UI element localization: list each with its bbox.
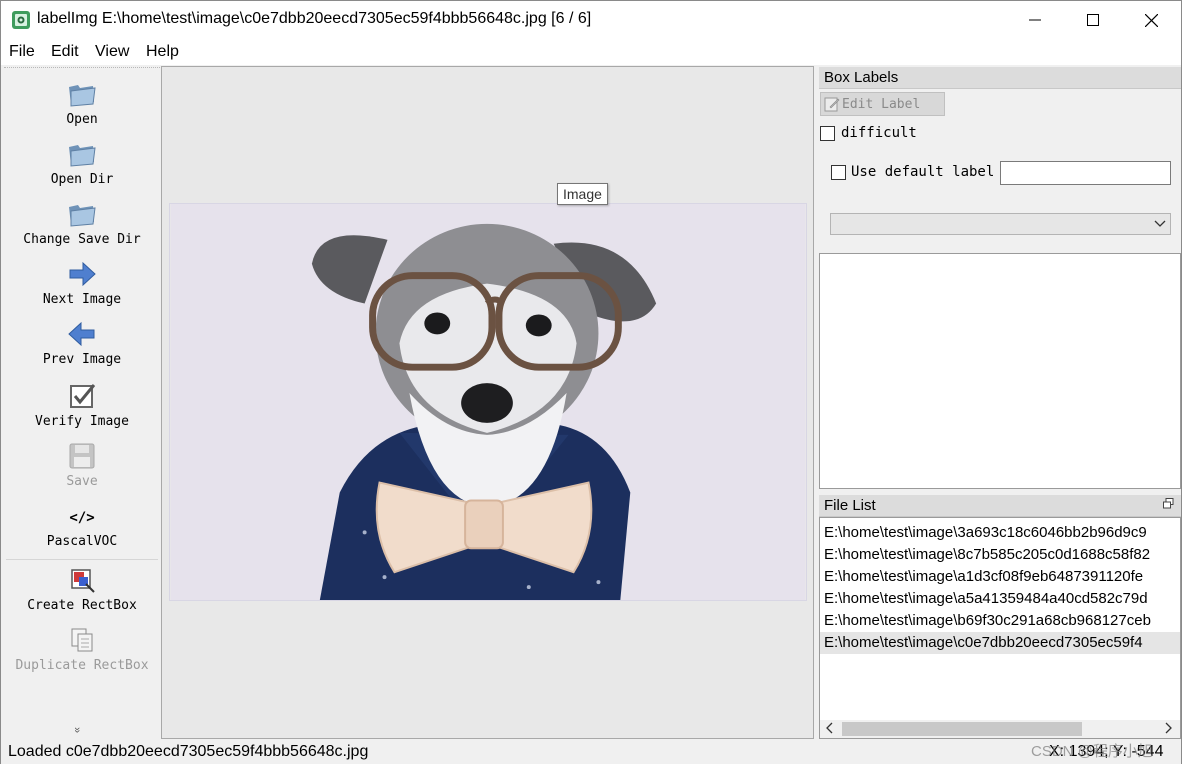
file-list-item[interactable]: E:\home\test\image\a5a41359484a40cd582c7… <box>820 588 1180 610</box>
folder-icon <box>69 145 96 167</box>
image-tooltip: Image <box>557 183 608 205</box>
file-list-item[interactable]: E:\home\test\image\8c7b585c205c0d1688c58… <box>820 544 1180 566</box>
toolbar-extension-icon[interactable]: » <box>71 727 83 733</box>
window-title: labelImg E:\home\test\image\c0e7dbb20eec… <box>37 10 592 27</box>
prev-image-button[interactable]: Prev Image <box>4 318 160 367</box>
maximize-button[interactable] <box>1064 1 1122 39</box>
menu-edit[interactable]: Edit <box>51 43 79 61</box>
chevron-down-icon <box>1154 220 1166 227</box>
file-list[interactable]: E:\home\test\image\3a693c18c6046bb2b96d9… <box>819 517 1181 739</box>
file-list-item[interactable]: E:\home\test\image\3a693c18c6046bb2b96d9… <box>820 522 1180 544</box>
checkbox-checked-icon <box>70 384 96 408</box>
menu-file[interactable]: File <box>9 43 35 61</box>
duplicate-rectbox-label: Duplicate RectBox <box>15 658 149 673</box>
floppy-disk-icon <box>69 443 95 469</box>
verify-image-label: Verify Image <box>35 414 129 429</box>
image-canvas[interactable]: Image <box>161 66 814 739</box>
scrollbar-thumb[interactable] <box>842 722 1082 736</box>
next-image-button[interactable]: Next Image <box>4 258 160 307</box>
difficult-label: difficult <box>841 125 917 141</box>
open-label: Open <box>66 112 98 127</box>
menu-view[interactable]: View <box>95 43 129 61</box>
format-toggle-button[interactable]: </> PascalVOC <box>4 504 160 549</box>
title-bar: labelImg E:\home\test\image\c0e7dbb20eec… <box>1 1 1181 39</box>
code-icon: </> <box>69 510 95 526</box>
app-icon <box>12 11 30 29</box>
label-combo-box[interactable] <box>830 213 1171 235</box>
toolbar-separator <box>6 559 158 560</box>
file-list-item[interactable]: E:\home\test\image\b69f30c291a68cb968127… <box>820 610 1180 632</box>
menu-help[interactable]: Help <box>146 43 179 61</box>
file-list-title-text: File List <box>824 497 876 514</box>
format-label: PascalVOC <box>46 534 118 549</box>
minimize-button[interactable] <box>1006 1 1064 39</box>
scroll-right-icon[interactable] <box>1165 721 1173 735</box>
minimize-icon <box>1029 19 1041 21</box>
difficult-checkbox[interactable] <box>820 126 835 141</box>
edit-label-button[interactable]: Edit Label <box>820 92 945 116</box>
file-list-item-selected[interactable]: E:\home\test\image\c0e7dbb20eecd7305ec59… <box>820 632 1180 654</box>
maximize-icon <box>1087 14 1099 26</box>
next-image-label: Next Image <box>42 292 122 307</box>
verify-image-button[interactable]: Verify Image <box>4 380 160 429</box>
status-bar: Loaded c0e7dbb20eecd7305ec59f4bbb56648c.… <box>1 740 1181 764</box>
copy-icon <box>71 628 93 652</box>
use-default-label-checkbox[interactable] <box>831 165 846 180</box>
status-message: Loaded c0e7dbb20eecd7305ec59f4bbb56648c.… <box>8 743 369 760</box>
float-dock-icon[interactable] <box>1163 498 1174 509</box>
create-rectbox-icon <box>71 569 95 593</box>
save-button[interactable]: Save <box>4 440 160 489</box>
label-list[interactable] <box>819 253 1181 489</box>
box-labels-title: Box Labels <box>819 67 1181 89</box>
file-list-item[interactable]: E:\home\test\image\a1d3cf08f9eb648739112… <box>820 566 1180 588</box>
labelimg-window: labelImg E:\home\test\image\c0e7dbb20eec… <box>0 0 1182 764</box>
close-button[interactable] <box>1122 1 1180 39</box>
arrow-right-icon <box>69 261 96 287</box>
watermark: CSDN @程序小旭 <box>1031 743 1153 760</box>
open-dir-label: Open Dir <box>50 172 114 187</box>
folder-icon <box>69 85 96 107</box>
save-label: Save <box>66 474 98 489</box>
menu-bar: File Edit View Help <box>1 39 1181 65</box>
default-label-input[interactable] <box>1000 161 1171 185</box>
change-save-dir-button[interactable]: Change Save Dir <box>4 198 160 247</box>
edit-label-text: Edit Label <box>842 96 921 112</box>
folder-icon <box>69 205 96 227</box>
open-button[interactable]: Open <box>4 78 160 127</box>
open-dir-button[interactable]: Open Dir <box>4 138 160 187</box>
file-list-title: File List <box>819 495 1181 517</box>
duplicate-rectbox-button[interactable]: Duplicate RectBox <box>4 624 160 673</box>
edit-icon <box>824 97 840 112</box>
change-save-dir-label: Change Save Dir <box>23 232 141 247</box>
use-default-label-label: Use default label <box>851 164 995 180</box>
toolbar: Open Open Dir Change Save Dir Next Image <box>4 67 160 739</box>
scroll-left-icon[interactable] <box>825 721 833 735</box>
prev-image-label: Prev Image <box>42 352 122 367</box>
create-rectbox-button[interactable]: Create RectBox <box>4 564 160 613</box>
arrow-left-icon <box>68 321 95 347</box>
create-rectbox-label: Create RectBox <box>27 598 137 613</box>
file-list-horizontal-scrollbar[interactable] <box>820 720 1180 738</box>
photo-dog <box>169 203 807 601</box>
close-icon <box>1144 13 1158 27</box>
